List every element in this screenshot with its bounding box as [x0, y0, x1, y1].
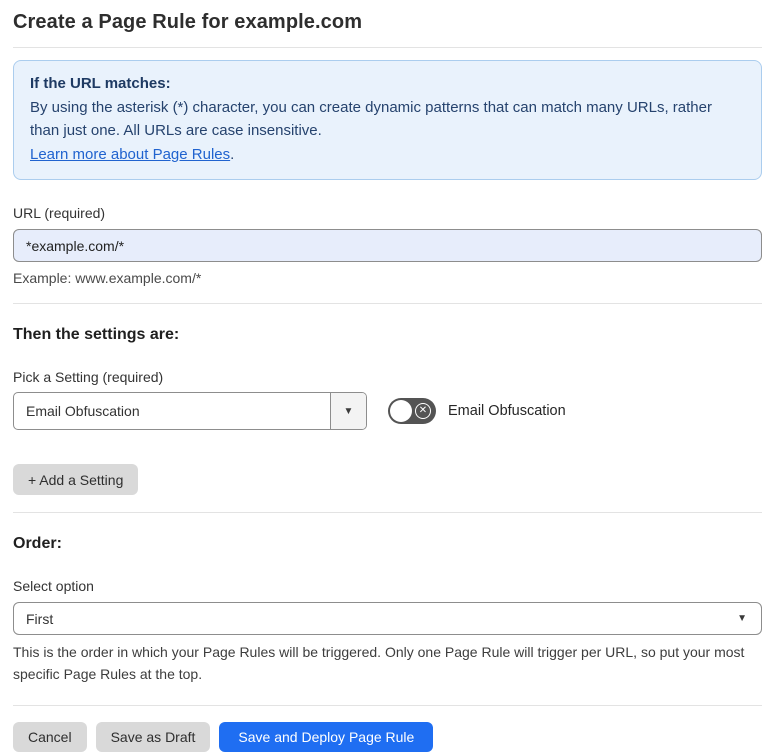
order-select-value: First	[26, 610, 54, 627]
learn-more-link[interactable]: Learn more about Page Rules	[30, 146, 230, 163]
url-match-info-box: If the URL matches: By using the asteris…	[13, 60, 762, 180]
info-box-link-row: Learn more about Page Rules.	[30, 143, 745, 167]
url-input[interactable]	[13, 229, 762, 262]
section-divider	[13, 512, 762, 513]
info-box-body: By using the asterisk (*) character, you…	[30, 98, 712, 140]
setting-row: Email Obfuscation ▼ ✕ Email Obfuscation	[13, 392, 762, 430]
cancel-button[interactable]: Cancel	[13, 722, 87, 752]
email-obfuscation-toggle[interactable]: ✕	[388, 398, 436, 424]
page-title: Create a Page Rule for example.com	[13, 11, 363, 33]
url-example-text: Example: www.example.com/*	[13, 270, 202, 286]
toggle-knob	[390, 400, 412, 422]
order-select-label: Select option	[13, 578, 94, 594]
order-section-heading: Order:	[13, 535, 62, 552]
toggle-label: Email Obfuscation	[448, 403, 566, 419]
order-select[interactable]: First ▼	[13, 602, 762, 635]
setting-select-value: Email Obfuscation	[26, 403, 140, 419]
toggle-off-x-icon: ✕	[415, 403, 431, 419]
section-divider	[13, 303, 762, 304]
add-setting-button[interactable]: + Add a Setting	[13, 464, 139, 495]
page-rule-form: Create a Page Rule for example.com If th…	[0, 0, 775, 752]
link-suffix: .	[230, 145, 235, 163]
chevron-down-icon: ▼	[737, 613, 747, 624]
footer-actions: Cancel Save as Draft Save and Deploy Pag…	[13, 722, 762, 752]
setting-select[interactable]: Email Obfuscation ▼	[13, 392, 367, 430]
title-divider	[13, 47, 762, 48]
pick-setting-label: Pick a Setting (required)	[13, 369, 164, 385]
order-help-text: This is the order in which your Page Rul…	[13, 644, 745, 682]
save-deploy-button[interactable]: Save and Deploy Page Rule	[219, 722, 434, 752]
settings-section-heading: Then the settings are:	[13, 326, 180, 343]
chevron-down-icon[interactable]: ▼	[330, 393, 366, 429]
save-draft-button[interactable]: Save as Draft	[95, 722, 211, 752]
info-box-heading: If the URL matches:	[30, 75, 171, 92]
url-field-label: URL (required)	[13, 205, 106, 221]
footer-divider	[13, 705, 762, 706]
